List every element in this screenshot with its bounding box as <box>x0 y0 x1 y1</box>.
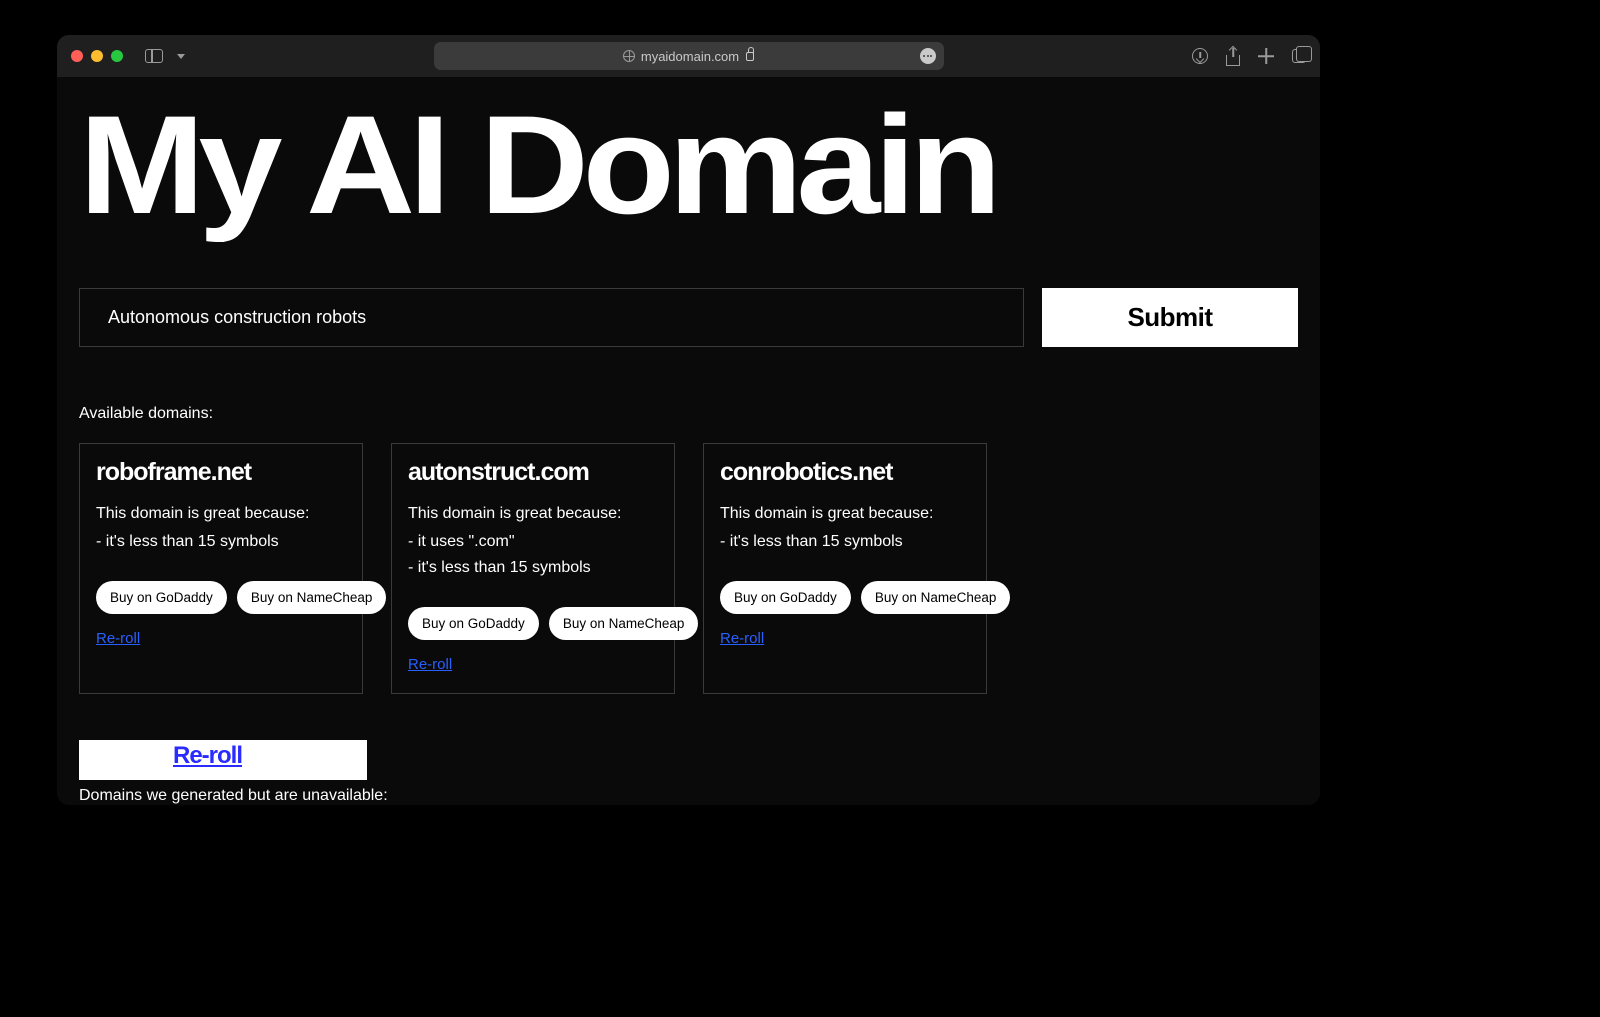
reason-intro: This domain is great because: <box>720 505 970 523</box>
buy-row: Buy on GoDaddy Buy on NameCheap <box>720 581 970 614</box>
domain-name: roboframe.net <box>96 458 346 487</box>
minimize-icon[interactable] <box>91 50 103 62</box>
new-tab-icon[interactable] <box>1258 48 1274 64</box>
unavailable-domains-label: Domains we generated but are unavailable… <box>79 787 388 805</box>
downloads-icon[interactable] <box>1192 48 1208 64</box>
address-bar[interactable]: myaidomain.com <box>434 42 944 70</box>
reason-item: - it's less than 15 symbols <box>408 559 658 577</box>
buy-row: Buy on GoDaddy Buy on NameCheap <box>96 581 346 614</box>
submit-button[interactable]: Submit <box>1042 288 1298 347</box>
reroll-link[interactable]: Re-roll <box>408 656 452 673</box>
big-reroll-label: Re-roll <box>173 742 242 770</box>
domain-name: autonstruct.com <box>408 458 658 487</box>
domain-card: conrobotics.net This domain is great bec… <box>703 443 987 694</box>
browser-toolbar: myaidomain.com <box>57 35 1320 77</box>
window-controls <box>71 50 123 62</box>
sidebar-toggle-icon[interactable] <box>145 49 163 63</box>
globe-icon <box>623 50 635 62</box>
big-reroll-button[interactable]: Re-roll <box>79 740 367 780</box>
available-domains-label: Available domains: <box>79 405 1298 423</box>
buy-namecheap-button[interactable]: Buy on NameCheap <box>237 581 387 614</box>
tabs-overview-icon[interactable] <box>1292 49 1306 63</box>
domain-name: conrobotics.net <box>720 458 970 487</box>
address-url: myaidomain.com <box>641 49 739 64</box>
page-title: My AI Domain <box>79 102 1320 228</box>
domain-cards: roboframe.net This domain is great becau… <box>79 443 1298 694</box>
buy-godaddy-button[interactable]: Buy on GoDaddy <box>720 581 851 614</box>
reason-intro: This domain is great because: <box>408 505 658 523</box>
idea-input[interactable] <box>79 288 1024 347</box>
buy-godaddy-button[interactable]: Buy on GoDaddy <box>408 607 539 640</box>
buy-row: Buy on GoDaddy Buy on NameCheap <box>408 607 658 640</box>
reroll-link[interactable]: Re-roll <box>96 630 140 647</box>
domain-card: autonstruct.com This domain is great bec… <box>391 443 675 694</box>
buy-namecheap-button[interactable]: Buy on NameCheap <box>549 607 699 640</box>
buy-namecheap-button[interactable]: Buy on NameCheap <box>861 581 1011 614</box>
big-reroll-container: Re-roll <box>79 740 367 785</box>
reroll-link[interactable]: Re-roll <box>720 630 764 647</box>
chevron-down-icon[interactable] <box>177 54 185 59</box>
search-row: Submit <box>79 288 1298 347</box>
domain-card: roboframe.net This domain is great becau… <box>79 443 363 694</box>
share-icon[interactable] <box>1226 55 1240 66</box>
buy-godaddy-button[interactable]: Buy on GoDaddy <box>96 581 227 614</box>
reason-item: - it's less than 15 symbols <box>720 533 970 551</box>
lock-icon <box>746 52 754 61</box>
reason-item: - it uses ".com" <box>408 533 658 551</box>
ellipsis-icon[interactable] <box>920 48 936 64</box>
maximize-icon[interactable] <box>111 50 123 62</box>
page-content: My AI Domain Submit Available domains: r… <box>57 77 1320 805</box>
toolbar-right-icons <box>1192 48 1306 64</box>
reason-item: - it's less than 15 symbols <box>96 533 346 551</box>
reason-intro: This domain is great because: <box>96 505 346 523</box>
close-icon[interactable] <box>71 50 83 62</box>
browser-window: myaidomain.com My AI Domain Submit Avail… <box>57 35 1320 805</box>
